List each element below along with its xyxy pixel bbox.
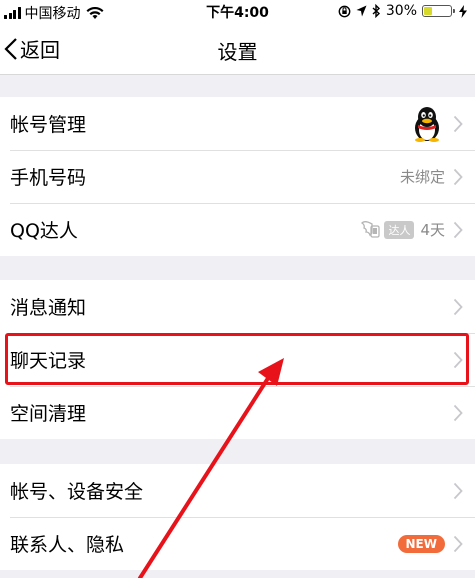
settings-group-messages: 消息通知 聊天记录 空间清理 [0, 280, 475, 439]
chevron-right-icon [453, 168, 463, 185]
row-storage-cleanup[interactable]: 空间清理 [0, 386, 475, 439]
row-phone-number[interactable]: 手机号码 未绑定 [0, 150, 475, 203]
new-badge: NEW [397, 534, 445, 553]
charging-icon [459, 4, 467, 18]
row-account-security[interactable]: 帐号、设备安全 [0, 464, 475, 517]
bluetooth-icon [372, 4, 380, 18]
row-notifications[interactable]: 消息通知 [0, 280, 475, 333]
row-label: 手机号码 [10, 167, 87, 189]
chevron-right-icon [453, 482, 463, 499]
row-label: 消息通知 [10, 297, 87, 319]
chevron-right-icon [453, 298, 463, 315]
row-label: QQ达人 [10, 220, 78, 242]
row-right [445, 464, 463, 517]
battery-percent: 30% [385, 3, 417, 19]
chevron-right-icon [453, 221, 463, 238]
row-account-management[interactable]: 帐号管理 [0, 97, 475, 150]
status-bar: 中国移动 下午4:00 30% [0, 0, 475, 24]
location-icon [356, 5, 367, 17]
talent-badge: 达人 [384, 220, 415, 239]
status-right: 30% [338, 3, 467, 19]
row-label: 联系人、隐私 [10, 534, 125, 556]
talent-wing-icon [361, 220, 381, 238]
row-right: 达人 4天 [361, 203, 463, 256]
chevron-right-icon [453, 115, 463, 132]
chevron-right-icon [453, 351, 463, 368]
chevron-right-icon [453, 404, 463, 421]
battery-fill [424, 7, 433, 15]
settings-group-account: 帐号管理 手机号码 未绑定 QQ达人 达人 4天 [0, 97, 475, 256]
row-label: 空间清理 [10, 403, 87, 425]
settings-group-security: 帐号、设备安全 联系人、隐私 NEW [0, 464, 475, 570]
qq-penguin-avatar[interactable] [411, 106, 443, 142]
row-label: 帐号管理 [10, 114, 87, 136]
lock-rotation-icon [338, 5, 351, 17]
battery-icon [422, 5, 455, 17]
row-contacts-privacy[interactable]: 联系人、隐私 NEW [0, 517, 475, 570]
phone-status: 未绑定 [399, 168, 445, 186]
row-right [411, 97, 463, 150]
row-right: NEW [397, 517, 463, 570]
row-chat-history[interactable]: 聊天记录 [0, 333, 475, 386]
row-right [445, 280, 463, 333]
row-right: 未绑定 [400, 150, 463, 203]
row-label: 聊天记录 [10, 350, 87, 372]
row-qq-talent[interactable]: QQ达人 达人 4天 [0, 203, 475, 256]
page-title: 设置 [217, 40, 258, 64]
nav-bar: 返回 设置 [0, 24, 475, 75]
chevron-right-icon [453, 535, 463, 552]
row-right [445, 333, 463, 386]
talent-days: 4天 [420, 221, 445, 239]
row-right [445, 386, 463, 439]
row-label: 帐号、设备安全 [10, 481, 144, 503]
